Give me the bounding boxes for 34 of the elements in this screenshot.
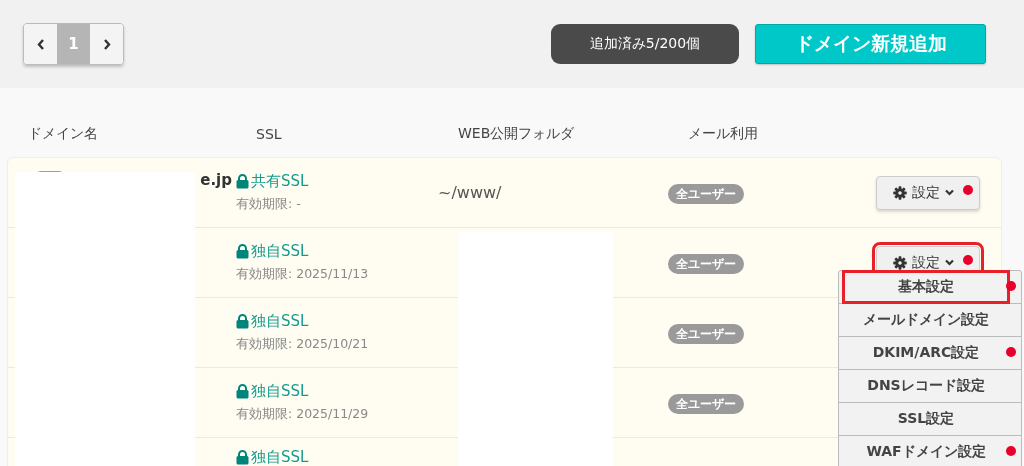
- lock-icon: [236, 244, 249, 259]
- domain-count-label: 追加済み5/200個: [551, 24, 739, 64]
- caret-icon: [945, 259, 954, 266]
- ssl-expiry-text: 有効期限: -: [236, 196, 302, 213]
- lock-icon: [236, 384, 249, 399]
- lock-icon: [236, 314, 249, 329]
- column-header: メール利用: [688, 124, 759, 143]
- menu-item[interactable]: WAFドメイン設定: [845, 438, 1007, 466]
- column-header: SSL: [256, 125, 283, 142]
- column-header: WEB公開フォルダ: [458, 124, 576, 143]
- lock-icon: [236, 450, 249, 465]
- ssl-expiry-text: 有効期限: 2025/11/29: [236, 406, 370, 423]
- chevron-right-icon: [102, 38, 111, 50]
- menu-item[interactable]: DKIM/ARC設定: [845, 339, 1007, 367]
- mail-usage-badge: 全ユーザー: [668, 393, 744, 414]
- mail-usage-badge: 全ユーザー: [668, 183, 744, 204]
- ssl-expiry-text: 有効期限: 2025/10/21: [236, 336, 370, 353]
- settings-icon: [893, 185, 907, 200]
- previous-page-button[interactable]: [24, 24, 57, 64]
- lock-icon: [236, 174, 249, 189]
- mail-usage-badge: 全ユーザー: [668, 323, 744, 344]
- next-page-button[interactable]: [90, 24, 123, 64]
- column-header: ドメイン名: [27, 124, 99, 143]
- caret-icon: [945, 189, 954, 196]
- chevron-left-icon: [36, 38, 45, 50]
- settings-icon: [893, 255, 907, 270]
- menu-item[interactable]: DNSレコード設定: [845, 372, 1007, 400]
- public-folder-path: ~/www/: [438, 183, 502, 202]
- ssl-expiry-text: 有効期限: 2025/11/13: [236, 266, 370, 283]
- menu-item[interactable]: メールドメイン設定: [845, 306, 1007, 334]
- menu-item[interactable]: SSL設定: [845, 405, 1007, 433]
- mail-usage-badge: 全ユーザー: [668, 253, 744, 274]
- settings-dropdown-button[interactable]: 設定: [876, 175, 980, 210]
- domain-name: e.jp: [200, 171, 232, 189]
